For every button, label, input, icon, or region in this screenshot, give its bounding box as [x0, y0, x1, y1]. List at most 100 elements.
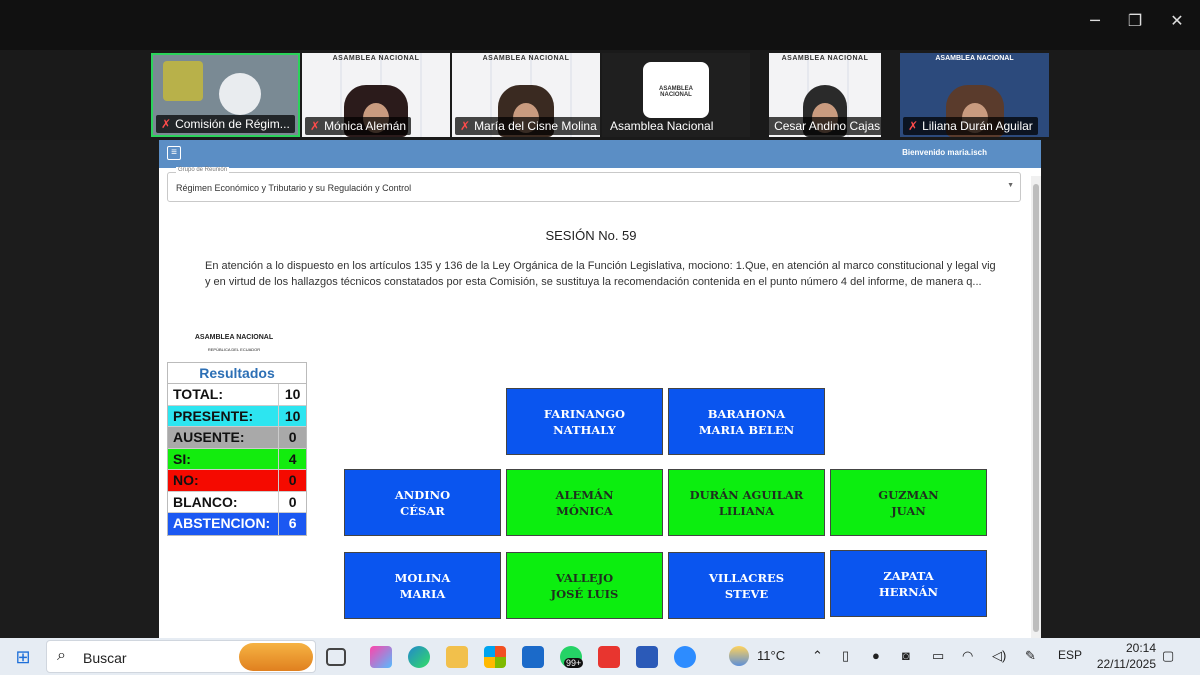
edge-icon[interactable] [408, 646, 430, 668]
results-row: BLANCO: 0 [168, 491, 306, 513]
participant-tile[interactable]: ASAMBLEA NACIONAL Asamblea Nacional [602, 53, 750, 137]
group-select-legend: Grupo de Reunión [176, 167, 230, 173]
screen: { "participants":[ {"name":"Comisión de … [0, 0, 1200, 675]
results-value: 6 [278, 513, 306, 535]
seat-given-name: MARIA BELEN [698, 422, 795, 437]
weather-temperature[interactable]: 11°C [757, 648, 785, 663]
participant-name-text: Comisión de Régim... [175, 117, 290, 131]
seat-surname: ANDINO [394, 487, 451, 502]
search-highlight-icon[interactable] [239, 643, 313, 671]
minimize-icon[interactable]: ─ [1080, 8, 1110, 34]
seat-guzman: GUZMAN JUAN [830, 469, 987, 536]
results-value: 10 [278, 384, 306, 405]
windows-start-icon[interactable]: ⊞ [12, 646, 34, 668]
results-value: 4 [278, 448, 306, 469]
seat-given-name: LILIANA [718, 503, 775, 518]
participant-tile[interactable]: ASAMBLEA NACIONAL ✗ Mónica Alemán [302, 53, 450, 137]
whatsapp-icon[interactable]: 99+ [560, 646, 584, 668]
camera-icon[interactable]: ◙ [902, 648, 910, 663]
store-icon[interactable] [484, 646, 506, 668]
seat-surname: ZAPATA [883, 568, 934, 583]
seat-given-name: JOSÉ LUIS [550, 586, 619, 601]
tile-logo-text: ASAMBLEA NACIONAL [781, 55, 869, 62]
clock-date: 22/11/2025 [1096, 657, 1156, 671]
volume-icon[interactable]: ◁) [992, 648, 1006, 664]
word-icon[interactable] [636, 646, 658, 668]
clock-time: 20:14 [1125, 641, 1156, 655]
device-icon[interactable]: ▯ [842, 648, 849, 664]
video-strip: ✗ Comisión de Régim... ASAMBLEA NACIONAL … [0, 50, 1200, 140]
results-title: Resultados [168, 363, 306, 384]
scrollbar-thumb[interactable] [1033, 184, 1039, 632]
org-avatar: ASAMBLEA NACIONAL [643, 62, 709, 118]
menu-icon[interactable]: ≡ [167, 146, 181, 160]
restore-icon[interactable]: ❐ [1120, 8, 1150, 34]
results-label: BLANCO: [173, 493, 238, 510]
participant-tile[interactable]: ASAMBLEA NACIONAL ✗ María del Cisne Molin… [452, 53, 600, 137]
language-indicator[interactable]: ESP [1058, 648, 1082, 662]
app-header: ≡ Bienvenido maria.isch [159, 140, 1041, 168]
seat-molina: MOLINA MARIA [344, 552, 501, 619]
session-title: SESIÓN No. 59 [545, 228, 637, 243]
voting-app: ≡ Bienvenido maria.isch Grupo de Reunión… [159, 140, 1041, 638]
task-view-icon[interactable] [326, 648, 346, 666]
participant-tile[interactable]: ASAMBLEA NACIONAL ✗ Cesar Andino Cajas [769, 53, 881, 137]
mic-muted-icon: ✗ [310, 119, 321, 133]
chevron-up-icon[interactable]: ⌃ [812, 648, 823, 664]
seat-given-name: HERNÁN [878, 584, 939, 599]
battery-icon[interactable]: ▭ [932, 648, 944, 664]
org-subtitle: REPÚBLICA DEL ECUADOR [207, 347, 261, 352]
participant-tile[interactable]: ASAMBLEA NACIONAL ✗ Liliana Durán Aguilar [900, 53, 1049, 137]
wifi-icon[interactable]: ◠ [962, 648, 973, 664]
tile-logo-text: ASAMBLEA NACIONAL [935, 55, 1014, 62]
microphone-icon[interactable]: ● [872, 648, 880, 663]
copilot-icon[interactable] [370, 646, 392, 668]
seat-given-name: STEVE [724, 586, 769, 601]
results-label: PRESENTE: [168, 405, 279, 426]
taskbar-search[interactable]: ⌕ Buscar [46, 640, 316, 673]
outlook-icon[interactable] [522, 646, 544, 668]
notifications-icon[interactable]: ▢ [1162, 648, 1174, 664]
seat-surname: MOLINA [394, 570, 451, 585]
results-row: TOTAL: 10 [168, 384, 306, 406]
motion-text: En atención a lo dispuesto en los artícu… [205, 258, 995, 290]
seat-duran-aguilar: DURÁN AGUILAR LILIANA [668, 469, 825, 536]
mic-muted-icon: ✗ [769, 119, 770, 133]
caret-down-icon[interactable]: ▼ [1007, 182, 1014, 189]
file-explorer-icon[interactable] [446, 646, 468, 668]
participant-name: ✗ Cesar Andino Cajas [769, 117, 881, 135]
results-row: AUSENTE: 0 [168, 427, 306, 449]
pen-icon[interactable]: ✎ [1025, 648, 1036, 664]
clock[interactable]: 20:14 22/11/2025 [1080, 640, 1156, 672]
participant-name-text: Mónica Alemán [324, 119, 407, 133]
notification-badge: 99+ [564, 658, 584, 668]
results-row: ABSTENCION: 6 [168, 513, 306, 535]
close-icon[interactable]: ✕ [1162, 8, 1192, 34]
motion-line: En atención a lo dispuesto en los artícu… [205, 260, 995, 272]
scrollbar[interactable] [1031, 176, 1041, 638]
seat-andino: ANDINO CÉSAR [344, 469, 501, 536]
zoom-icon[interactable] [674, 646, 696, 668]
welcome-text: Bienvenido maria.isch [902, 148, 987, 157]
search-placeholder: Buscar [83, 650, 127, 666]
seat-surname: FARINANGO [543, 406, 626, 421]
taskbar: ⊞ ⌕ Buscar 99+ 11°C ⌃ ▯ ● ◙ ▭ ◠ ◁) ✎ ESP… [0, 638, 1200, 675]
results-value: 10 [278, 405, 306, 426]
seat-zapata: ZAPATA HERNÁN [830, 550, 987, 617]
seat-barahona: BARAHONA MARIA BELEN [668, 388, 825, 455]
participant-name: ✗ Mónica Alemán [305, 117, 412, 135]
participant-name: ✗ Comisión de Régim... [156, 115, 295, 133]
tile-logo-text: ASAMBLEA NACIONAL [332, 55, 420, 62]
results-value: 0 [278, 427, 306, 448]
group-select[interactable]: Grupo de Reunión Régimen Económico y Tri… [167, 167, 1021, 202]
results-label: AUSENTE: [168, 427, 279, 448]
anydesk-icon[interactable] [598, 646, 620, 668]
participant-name: Asamblea Nacional [605, 117, 718, 135]
weather-icon[interactable] [729, 646, 749, 666]
org-logo: ASAMBLEA NACIONAL REPÚBLICA DEL ECUADOR [179, 334, 289, 352]
seat-given-name: JUAN [891, 503, 926, 518]
search-icon: ⌕ [57, 647, 66, 664]
mic-muted-icon: ✗ [908, 119, 919, 133]
seat-aleman: ALEMÁN MÓNICA [506, 469, 663, 536]
participant-tile[interactable]: ✗ Comisión de Régim... [151, 53, 300, 137]
